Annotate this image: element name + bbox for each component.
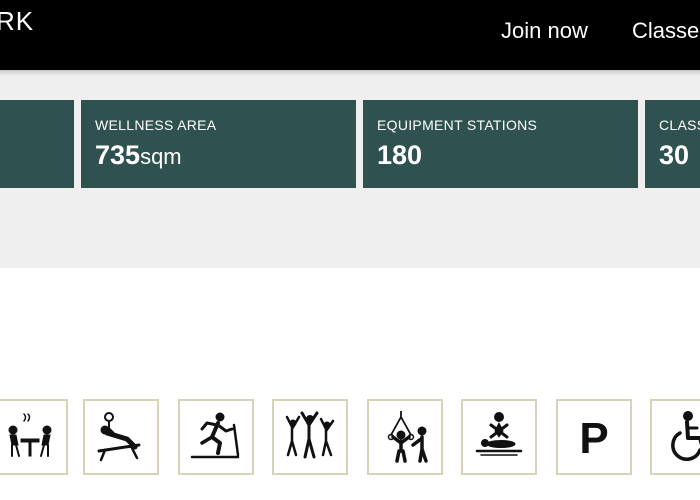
stat-number: 735	[95, 140, 141, 170]
stat-label: EQUIPMENT STATIONS	[377, 117, 538, 133]
amenity-suspension-training	[367, 399, 443, 475]
stat-card	[0, 100, 74, 188]
massage-icon	[475, 412, 523, 456]
group-class-icon	[285, 411, 335, 459]
cafe-seating-icon	[8, 413, 52, 457]
stat-card-wellness-area: WELLNESS AREA 735sqm	[81, 100, 356, 188]
stat-number: 30	[659, 140, 690, 170]
stat-unit: sqm	[140, 144, 182, 169]
header-shadow	[0, 70, 700, 76]
amenity-accessibility	[650, 399, 700, 475]
stat-card-classes: CLASSES 30	[645, 100, 700, 188]
amenity-parking: P	[556, 399, 632, 475]
amenity-group-class	[272, 399, 348, 475]
accessibility-icon	[671, 411, 700, 461]
amenity-cafe-seating	[0, 399, 68, 475]
nav-classes-link[interactable]: Classes	[632, 18, 700, 44]
stat-value: 30	[659, 140, 689, 171]
site-header: RK Join now Classes	[0, 0, 700, 70]
treadmill-icon	[190, 412, 240, 459]
stat-label: CLASSES	[659, 117, 700, 133]
nav-join-now-link[interactable]: Join now	[501, 18, 588, 44]
stat-value: 180	[377, 140, 422, 171]
amenity-massage	[461, 399, 537, 475]
stat-label: WELLNESS AREA	[95, 117, 217, 133]
amenity-bench-press	[83, 399, 159, 475]
brand-logo[interactable]: RK	[0, 6, 34, 37]
amenity-treadmill	[178, 399, 254, 475]
stats-band: WELLNESS AREA 735sqm EQUIPMENT STATIONS …	[0, 70, 700, 268]
stat-number: 180	[377, 140, 423, 170]
stat-card-equipment-stations: EQUIPMENT STATIONS 180	[363, 100, 638, 188]
parking-icon: P	[579, 414, 609, 463]
stat-value: 735sqm	[95, 140, 182, 171]
suspension-training-icon	[387, 411, 428, 463]
bench-press-icon	[97, 412, 141, 462]
